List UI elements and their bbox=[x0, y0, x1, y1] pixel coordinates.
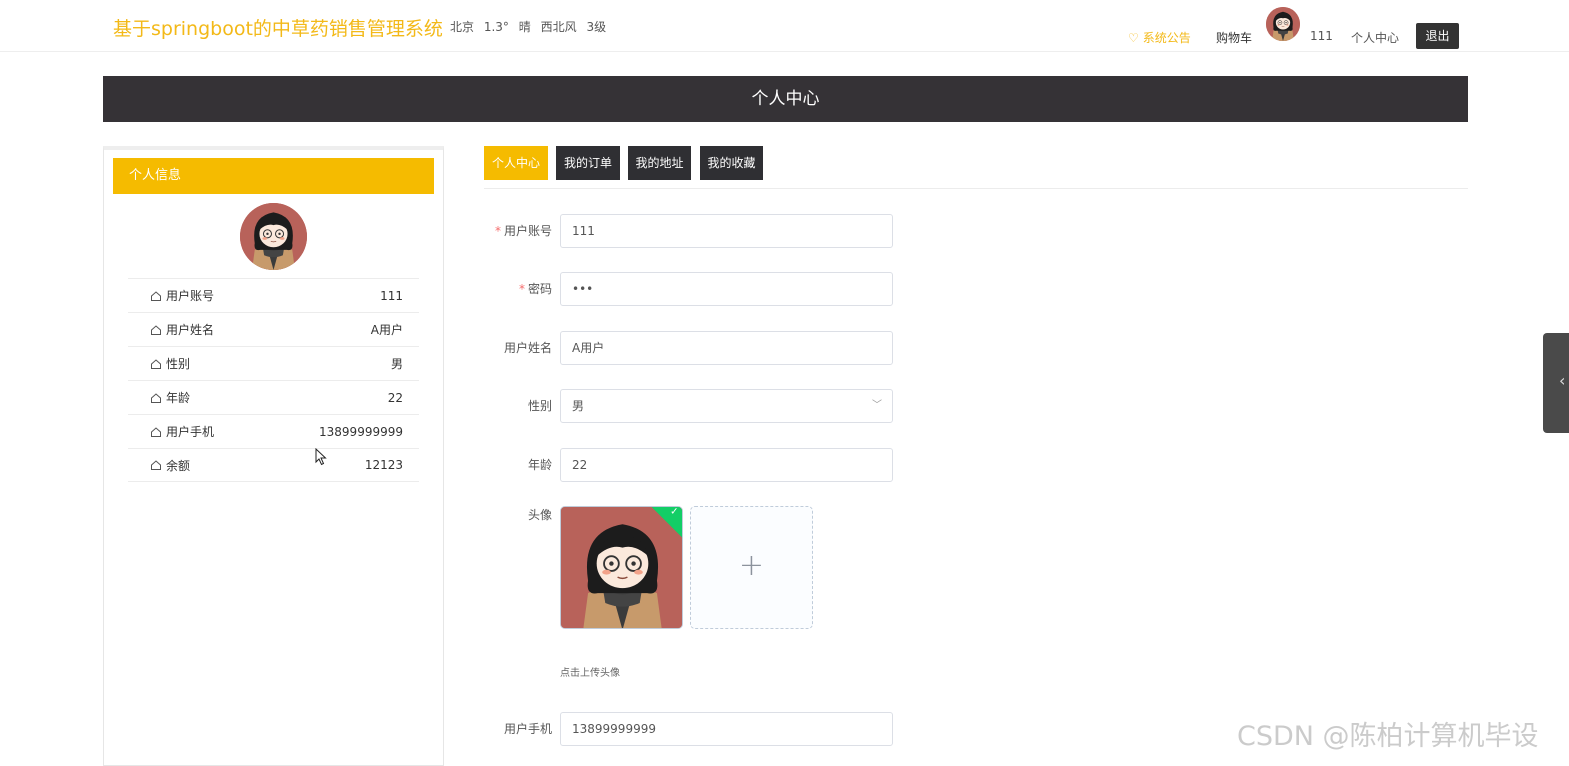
heart-icon: ♡ bbox=[1128, 31, 1139, 45]
form-row-avatar: 头像 ✓ + 点击上传头像 bbox=[484, 506, 904, 686]
info-label: 年龄 bbox=[166, 391, 191, 405]
phone-label: 用户手机 bbox=[503, 722, 552, 736]
profile-tabs: 个人中心 我的订单 我的地址 我的收藏 bbox=[484, 146, 1468, 189]
nav-notice-link[interactable]: ♡ 系统公告 bbox=[1128, 29, 1191, 46]
info-value: 22 bbox=[387, 390, 403, 405]
weather-city: 北京 bbox=[450, 20, 475, 34]
tab-my-address[interactable]: 我的地址 bbox=[628, 146, 691, 180]
mouse-cursor-icon bbox=[315, 448, 327, 466]
tab-personal-center[interactable]: 个人中心 bbox=[484, 146, 548, 180]
info-row-age: 年龄 22 bbox=[128, 380, 419, 414]
profile-info-list: 用户账号 111 用户姓名 A用户 性别 男 年龄 22 用户手机 138999… bbox=[128, 278, 419, 482]
site-title[interactable]: 基于springboot的中草药销售管理系统 bbox=[113, 14, 443, 41]
page-title-banner: 个人中心 bbox=[103, 76, 1468, 122]
upload-tip: 点击上传头像 bbox=[560, 668, 620, 679]
age-label: 年龄 bbox=[527, 458, 552, 472]
info-label: 用户姓名 bbox=[166, 323, 215, 337]
weather-wind: 西北风 bbox=[540, 20, 577, 34]
age-input[interactable]: 22 bbox=[560, 448, 893, 482]
gender-select[interactable]: 男 ﹀ bbox=[560, 389, 893, 423]
top-navbar: 基于springboot的中草药销售管理系统 北京 1.3° 晴 西北风 3级 … bbox=[0, 0, 1569, 52]
upload-avatar-button[interactable]: + bbox=[690, 506, 813, 629]
password-input[interactable]: ••• bbox=[560, 272, 893, 306]
nav-cart-link[interactable]: 购物车 bbox=[1216, 29, 1252, 46]
tab-my-orders[interactable]: 我的订单 bbox=[556, 146, 620, 180]
home-icon bbox=[151, 426, 161, 437]
uploaded-avatar-preview[interactable]: ✓ bbox=[560, 506, 683, 629]
password-label: * 密码 bbox=[518, 282, 552, 296]
user-avatar[interactable] bbox=[1266, 7, 1300, 41]
tab-my-favorites[interactable]: 我的收藏 bbox=[700, 146, 763, 180]
info-value: 男 bbox=[390, 357, 403, 371]
info-row-phone: 用户手机 13899999999 bbox=[128, 414, 419, 448]
info-value: A用户 bbox=[370, 323, 403, 337]
name-input[interactable]: A用户 bbox=[560, 331, 893, 365]
info-value: 13899999999 bbox=[319, 424, 403, 439]
profile-avatar bbox=[240, 203, 307, 270]
info-label: 性别 bbox=[166, 357, 191, 371]
profile-card: 个人信息 用户账号 111 用户姓名 A用户 性别 男 年龄 22 用户手机 1… bbox=[103, 146, 444, 766]
nav-notice-label: 系统公告 bbox=[1142, 31, 1191, 45]
chevron-left-icon: ‹ bbox=[1559, 371, 1566, 390]
logout-button[interactable]: 退出 bbox=[1416, 23, 1459, 49]
info-label: 用户手机 bbox=[166, 425, 215, 439]
gender-label: 性别 bbox=[527, 399, 552, 413]
info-label: 余额 bbox=[166, 458, 191, 473]
chevron-down-icon: ﹀ bbox=[872, 400, 882, 411]
weather-info: 北京 1.3° 晴 西北风 3级 bbox=[450, 18, 612, 35]
home-icon bbox=[151, 392, 161, 403]
watermark: CSDN @陈柏计算机毕设 bbox=[1237, 721, 1539, 752]
nav-personal-center-link[interactable]: 个人中心 bbox=[1351, 29, 1399, 46]
side-drawer-toggle[interactable]: ‹ bbox=[1543, 333, 1569, 433]
name-label: 用户姓名 bbox=[503, 341, 552, 355]
check-icon: ✓ bbox=[670, 506, 679, 518]
home-icon bbox=[151, 290, 161, 301]
info-row-account: 用户账号 111 bbox=[128, 278, 419, 312]
avatar-label: 头像 bbox=[527, 508, 552, 522]
nav-username[interactable]: 111 bbox=[1310, 29, 1333, 43]
info-label: 用户账号 bbox=[166, 289, 215, 303]
info-row-name: 用户姓名 A用户 bbox=[128, 312, 419, 346]
profile-card-title: 个人信息 bbox=[113, 158, 434, 194]
weather-condition: 晴 bbox=[518, 20, 531, 34]
home-icon bbox=[151, 358, 161, 369]
gender-select-value: 男 bbox=[572, 399, 585, 413]
info-row-balance: 余额 12123 bbox=[128, 448, 419, 482]
weather-temp: 1.3° bbox=[483, 20, 509, 34]
weather-level: 3级 bbox=[586, 20, 607, 34]
home-icon bbox=[151, 460, 161, 470]
info-row-gender: 性别 男 bbox=[128, 346, 419, 380]
account-input[interactable]: 111 bbox=[560, 214, 893, 248]
home-icon bbox=[151, 324, 161, 335]
info-value: 111 bbox=[380, 288, 403, 303]
info-value: 12123 bbox=[364, 458, 403, 472]
account-label: * 用户账号 bbox=[494, 224, 552, 238]
phone-input[interactable]: 13899999999 bbox=[560, 712, 893, 746]
